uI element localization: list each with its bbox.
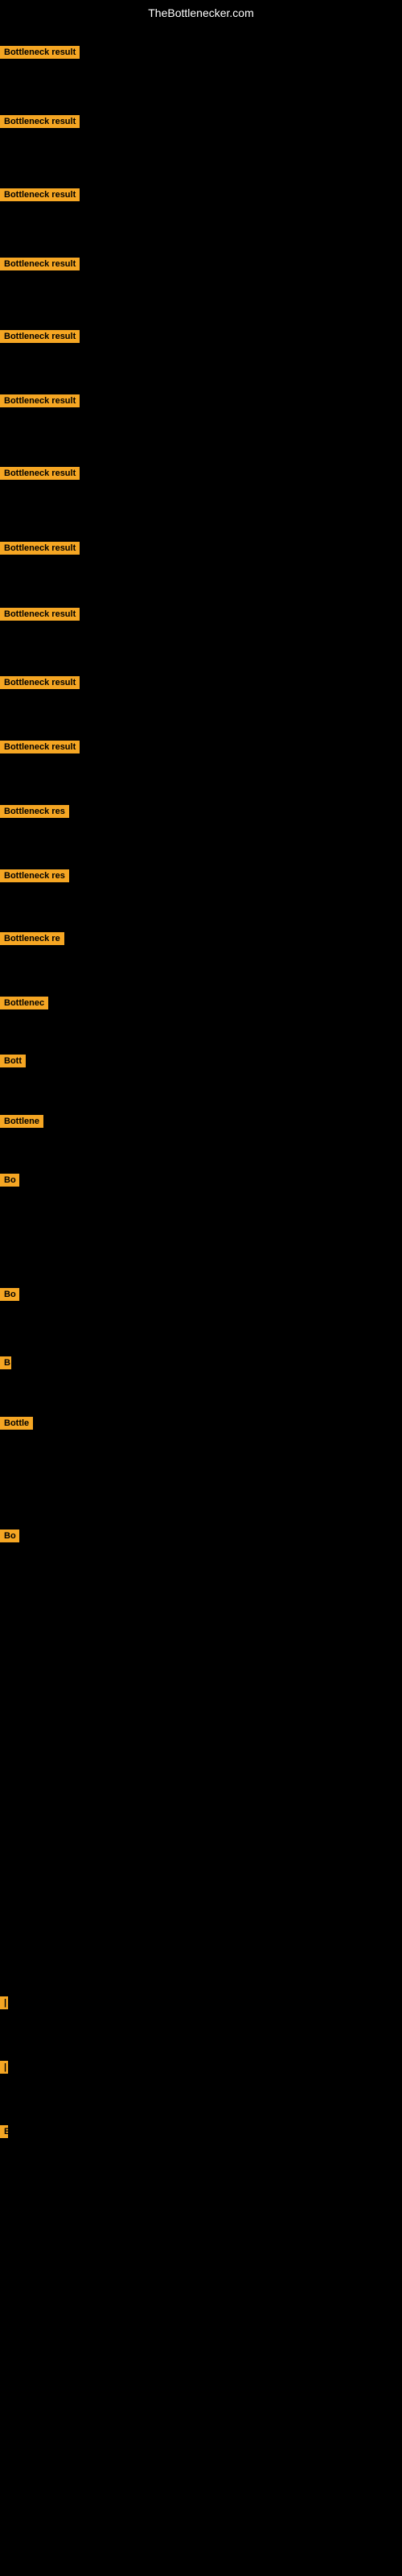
bottleneck-badge-6: Bottleneck result	[0, 394, 80, 407]
bottleneck-badge-1: Bottleneck result	[0, 46, 80, 59]
bottleneck-badge-23: |	[0, 1996, 8, 2009]
bottleneck-badge-13: Bottleneck res	[0, 869, 69, 882]
bottleneck-badge-2: Bottleneck result	[0, 115, 80, 128]
bottleneck-badge-11: Bottleneck result	[0, 741, 80, 753]
bottleneck-badge-25: E	[0, 2125, 8, 2138]
bottleneck-badge-4: Bottleneck result	[0, 258, 80, 270]
bottleneck-badge-8: Bottleneck result	[0, 542, 80, 555]
bottleneck-badge-9: Bottleneck result	[0, 608, 80, 621]
bottleneck-badge-10: Bottleneck result	[0, 676, 80, 689]
bottleneck-badge-5: Bottleneck result	[0, 330, 80, 343]
bottleneck-badge-3: Bottleneck result	[0, 188, 80, 201]
bottleneck-badge-19: Bo	[0, 1288, 19, 1301]
bottleneck-badge-17: Bottlene	[0, 1115, 43, 1128]
bottleneck-badge-16: Bott	[0, 1055, 26, 1067]
bottleneck-badge-18: Bo	[0, 1174, 19, 1187]
bottleneck-badge-15: Bottlenec	[0, 997, 48, 1009]
bottleneck-badge-14: Bottleneck re	[0, 932, 64, 945]
site-title: TheBottlenecker.com	[0, 0, 402, 26]
bottleneck-badge-22: Bo	[0, 1530, 19, 1542]
bottleneck-badge-24: |	[0, 2061, 8, 2074]
bottleneck-badge-20: B	[0, 1356, 11, 1369]
bottleneck-badge-12: Bottleneck res	[0, 805, 69, 818]
bottleneck-badge-7: Bottleneck result	[0, 467, 80, 480]
bottleneck-badge-21: Bottle	[0, 1417, 33, 1430]
